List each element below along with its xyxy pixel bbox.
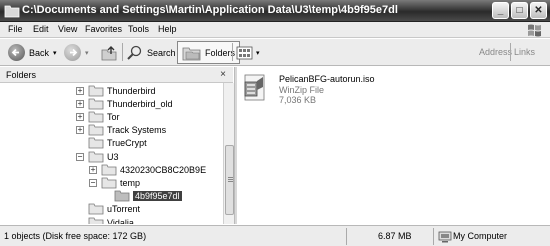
toolbar-separator xyxy=(510,43,511,61)
tree-item-label: Tor xyxy=(107,111,120,122)
winzip-file-icon xyxy=(244,74,265,101)
folder-tree: + Thunderbird + Thunderbird_old + Tor + Track S… xyxy=(0,83,223,224)
minimize-button[interactable]: _ xyxy=(492,2,509,19)
folder-icon xyxy=(101,164,117,176)
toolbar-separator xyxy=(122,43,123,61)
open-folder-icon xyxy=(101,177,117,189)
folder-icon xyxy=(88,203,104,215)
tree-item-label: temp xyxy=(120,177,141,188)
status-location: My Computer xyxy=(453,231,508,241)
forward-arrow-icon xyxy=(64,44,81,61)
file-list: PelicanBFG-autorun.iso WinZip File 7,036… xyxy=(237,67,550,224)
expand-icon[interactable]: + xyxy=(76,126,84,135)
menu-favorites[interactable]: Favorites xyxy=(85,24,122,36)
back-dropdown-icon[interactable]: ▾ xyxy=(53,49,57,57)
folder-tree-scrollbar[interactable] xyxy=(223,83,234,224)
tree-item[interactable]: TrueCrypt xyxy=(76,137,147,150)
tree-item[interactable]: + Thunderbird xyxy=(76,84,156,97)
status-objects: 1 objects (Disk free space: 172 GB) xyxy=(4,231,147,241)
tree-item[interactable]: +4320230CB8C20B9E xyxy=(89,163,206,176)
collapse-icon[interactable]: − xyxy=(76,152,84,161)
folders-pane-title: Folders xyxy=(6,70,37,80)
tree-item[interactable]: + Thunderbird_old xyxy=(76,97,173,110)
folder-icon xyxy=(88,124,104,136)
tree-item-label: 4320230CB8C20B9E xyxy=(120,164,207,175)
address-bar-label[interactable]: Address xyxy=(479,47,512,57)
tree-item-label: TrueCrypt xyxy=(107,138,147,149)
tree-item-label: 4b9f95e7dl xyxy=(133,191,182,202)
tree-item[interactable]: 4b9f95e7dl xyxy=(102,190,182,203)
folder-icon xyxy=(88,137,104,149)
expand-icon[interactable]: + xyxy=(76,112,84,121)
back-button[interactable]: Back ▾ xyxy=(8,41,57,64)
search-button[interactable]: Search xyxy=(126,41,176,64)
open-folder-icon xyxy=(114,190,130,202)
title-bar[interactable]: C:\Documents and Settings\Martin\Applica… xyxy=(0,0,550,22)
up-folder-icon xyxy=(101,45,117,60)
file-size: 7,036 KB xyxy=(279,95,317,105)
menu-help[interactable]: Help xyxy=(158,24,177,36)
collapse-icon[interactable]: − xyxy=(89,178,97,187)
tree-item-label: uTorrent xyxy=(107,204,141,215)
window-title: C:\Documents and Settings\Martin\Applica… xyxy=(22,4,398,16)
folder-icon xyxy=(88,217,104,224)
tree-item[interactable]: uTorrent xyxy=(76,203,140,216)
folder-icon xyxy=(88,98,104,110)
expand-icon[interactable]: + xyxy=(76,99,84,108)
menu-bar: File Edit View Favorites Tools Help xyxy=(0,22,550,38)
folders-pane-header: Folders × xyxy=(0,67,233,83)
forward-dropdown-icon[interactable]: ▾ xyxy=(85,49,89,57)
maximize-button[interactable]: □ xyxy=(511,2,528,19)
tree-item-label: U3 xyxy=(107,151,119,162)
menu-tools[interactable]: Tools xyxy=(128,24,149,36)
tree-item-label: Track Systems xyxy=(107,125,167,136)
up-folder-button[interactable] xyxy=(100,41,118,64)
tree-item[interactable]: + Track Systems xyxy=(76,124,166,137)
my-computer-icon xyxy=(438,231,452,243)
windows-logo-icon xyxy=(528,24,541,37)
tree-item-label: Thunderbird xyxy=(107,85,156,96)
tree-item[interactable]: + Tor xyxy=(76,110,120,123)
file-type: WinZip File xyxy=(279,85,325,95)
views-button[interactable]: ▾ xyxy=(236,41,260,64)
menu-edit[interactable]: Edit xyxy=(33,24,49,36)
expand-icon[interactable]: + xyxy=(76,86,84,95)
status-size: 6.87 MB xyxy=(378,231,412,241)
tree-item[interactable]: − temp xyxy=(89,176,140,189)
search-label: Search xyxy=(147,47,176,58)
folders-label: Folders xyxy=(205,47,236,58)
back-arrow-icon xyxy=(8,44,25,61)
close-pane-icon[interactable]: × xyxy=(217,69,229,81)
file-name: PelicanBFG-autorun.iso xyxy=(279,74,375,84)
views-icon xyxy=(236,46,253,59)
open-folder-icon xyxy=(88,151,104,162)
scrollbar-thumb[interactable] xyxy=(225,145,234,215)
tree-item-label: Thunderbird_old xyxy=(107,98,173,109)
toolbar-separator xyxy=(232,43,233,61)
tree-item[interactable]: − U3 xyxy=(76,150,119,163)
folder-icon xyxy=(4,5,20,18)
toolbar: Back ▾ ▾ Search Folders ▾ Address Links xyxy=(0,39,550,66)
links-label[interactable]: Links xyxy=(514,47,535,57)
folders-button[interactable]: Folders xyxy=(177,41,241,64)
folder-icon xyxy=(88,111,104,123)
back-label: Back xyxy=(29,47,50,58)
search-icon xyxy=(127,45,142,60)
status-bar: 1 objects (Disk free space: 172 GB) 6.87… xyxy=(0,225,550,246)
forward-button[interactable]: ▾ xyxy=(64,41,89,64)
tree-item-label: Vidalia xyxy=(107,217,134,225)
menu-view[interactable]: View xyxy=(58,24,77,36)
menu-file[interactable]: File xyxy=(8,24,23,36)
folders-icon xyxy=(182,47,201,60)
close-button[interactable]: ✕ xyxy=(530,2,547,19)
tree-item[interactable]: Vidalia xyxy=(76,216,134,224)
folder-icon xyxy=(88,85,104,96)
views-dropdown-icon[interactable]: ▾ xyxy=(256,49,260,57)
expand-icon[interactable]: + xyxy=(89,165,97,174)
